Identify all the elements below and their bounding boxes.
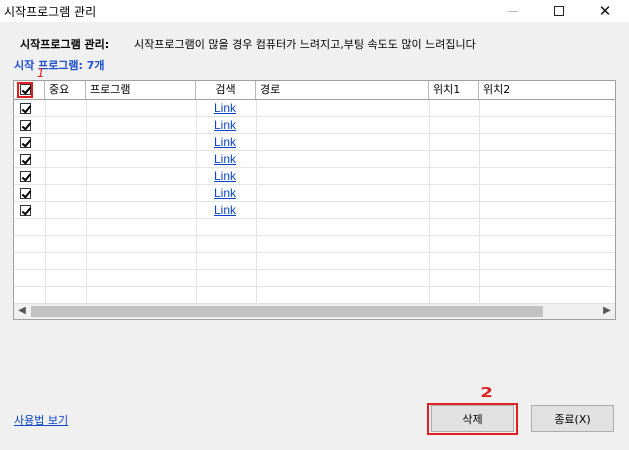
scrollbar-thumb[interactable] — [31, 306, 543, 317]
search-link[interactable]: Link — [213, 152, 237, 167]
empty-row — [14, 236, 615, 253]
search-link[interactable]: Link — [213, 203, 237, 218]
header-location1[interactable]: 위치1 — [429, 81, 479, 99]
table-row[interactable]: Link — [14, 151, 615, 168]
empty-row — [14, 219, 615, 236]
usage-guide-link[interactable]: 사용법 보기 — [14, 412, 68, 428]
empty-row — [14, 287, 615, 304]
row-checkbox[interactable] — [20, 154, 31, 165]
startup-program-list[interactable]: 중요 프로그램 검색 경로 위치1 위치2 Link Link Link Lin… — [13, 80, 616, 320]
header-select-all[interactable] — [14, 81, 45, 99]
scroll-left-icon[interactable]: ◀ — [14, 305, 30, 316]
table-row[interactable]: Link — [14, 117, 615, 134]
table-row[interactable]: Link — [14, 185, 615, 202]
info-label: 시작프로그램 관리: — [20, 38, 110, 51]
row-checkbox[interactable] — [20, 120, 31, 131]
search-link[interactable]: Link — [213, 169, 237, 184]
row-checkbox[interactable] — [20, 188, 31, 199]
header-important[interactable]: 중요 — [45, 81, 86, 99]
list-header: 중요 프로그램 검색 경로 위치1 위치2 — [14, 81, 615, 100]
empty-row — [14, 253, 615, 270]
table-row[interactable]: Link — [14, 202, 615, 219]
annotation-mark-2: 2 — [480, 386, 493, 401]
row-checkbox[interactable] — [20, 103, 31, 114]
close-button[interactable]: ✕ — [582, 0, 628, 22]
header-search[interactable]: 검색 — [196, 81, 256, 99]
info-text: 시작프로그램이 많을 경우 컴퓨터가 느려지고,부팅 속도도 많이 느려집니다 — [134, 38, 476, 51]
header-location2[interactable]: 위치2 — [479, 81, 615, 99]
maximize-button[interactable] — [536, 0, 582, 22]
table-row[interactable]: Link — [14, 168, 615, 185]
search-link[interactable]: Link — [213, 101, 237, 116]
search-link[interactable]: Link — [213, 135, 237, 150]
search-link[interactable]: Link — [213, 118, 237, 133]
horizontal-scrollbar[interactable]: ◀ ▶ — [14, 303, 615, 319]
table-row[interactable]: Link — [14, 100, 615, 117]
header-program[interactable]: 프로그램 — [86, 81, 196, 99]
empty-row — [14, 270, 615, 287]
minimize-button[interactable] — [490, 0, 536, 22]
header-path[interactable]: 경로 — [256, 81, 429, 99]
annotation-highlight-box — [17, 82, 33, 98]
row-checkbox[interactable] — [20, 137, 31, 148]
window-title: 시작프로그램 관리 — [4, 5, 97, 19]
title-bar: 시작프로그램 관리 ✕ — [0, 0, 629, 22]
row-checkbox[interactable] — [20, 205, 31, 216]
minimize-icon — [508, 10, 518, 12]
maximize-icon — [554, 6, 564, 16]
search-link[interactable]: Link — [213, 186, 237, 201]
close-icon: ✕ — [598, 2, 612, 20]
annotation-mark-1: 1 — [37, 66, 45, 80]
scroll-right-icon[interactable]: ▶ — [599, 305, 615, 316]
table-row[interactable]: Link — [14, 134, 615, 151]
row-checkbox[interactable] — [20, 171, 31, 182]
exit-button[interactable]: 종료(X) — [531, 405, 614, 432]
startup-count-label: 시작 프로그램: 7개 — [14, 59, 105, 72]
annotation-highlight-box — [427, 403, 518, 435]
